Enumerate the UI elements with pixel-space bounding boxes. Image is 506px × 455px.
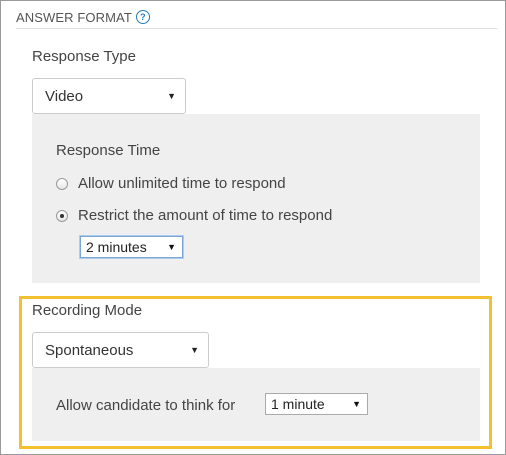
response-type-label: Response Type (32, 48, 136, 65)
recording-mode-value: Spontaneous (45, 341, 134, 359)
chevron-down-icon: ▼ (167, 242, 176, 252)
radio-button-unchecked[interactable] (56, 177, 68, 190)
recording-mode-select[interactable]: Spontaneous ▼ (32, 332, 209, 368)
radio-unlimited-label: Allow unlimited time to respond (78, 175, 286, 192)
think-time-panel: Allow candidate to think for 1 minute ▼ (32, 368, 480, 441)
think-time-value: 1 minute (271, 396, 325, 412)
radio-button-checked[interactable] (56, 209, 68, 222)
chevron-down-icon: ▼ (352, 399, 361, 409)
help-icon[interactable]: ? (135, 10, 150, 24)
recording-mode-label: Recording Mode (32, 302, 143, 319)
response-duration-select[interactable]: 2 minutes ▼ (80, 236, 183, 258)
think-time-select[interactable]: 1 minute ▼ (265, 393, 368, 415)
header-divider (16, 28, 497, 29)
response-type-select[interactable]: Video ▼ (32, 78, 186, 114)
answer-format-frame: ANSWER FORMAT ? Response Type Video ▼ Re… (0, 0, 506, 455)
response-type-value: Video (45, 87, 84, 105)
radio-restrict-time[interactable]: Restrict the amount of time to respond (56, 207, 332, 224)
section-header: ANSWER FORMAT ? (16, 8, 150, 26)
think-time-label: Allow candidate to think for (56, 397, 236, 414)
response-duration-value: 2 minutes (86, 239, 147, 255)
chevron-down-icon: ▼ (167, 91, 176, 101)
chevron-down-icon: ▼ (190, 345, 199, 355)
response-time-panel: Response Time Allow unlimited time to re… (32, 114, 480, 283)
section-title: ANSWER FORMAT (16, 9, 132, 25)
radio-restrict-label: Restrict the amount of time to respond (78, 207, 333, 224)
radio-unlimited-time[interactable]: Allow unlimited time to respond (56, 175, 286, 192)
response-time-label: Response Time (56, 142, 161, 159)
